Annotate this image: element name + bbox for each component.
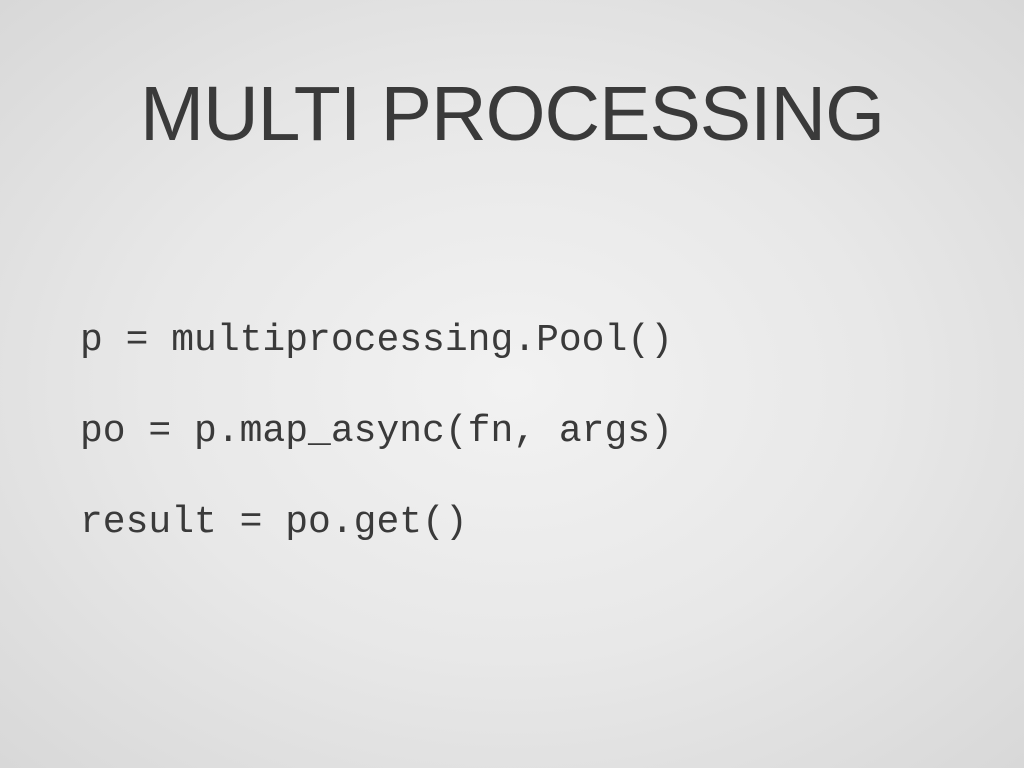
code-block: p = multiprocessing.Pool() po = p.map_as… [50, 319, 974, 544]
code-line-2: po = p.map_async(fn, args) [80, 410, 974, 453]
code-line-3: result = po.get() [80, 501, 974, 544]
slide-container: MULTI PROCESSING p = multiprocessing.Poo… [0, 0, 1024, 768]
slide-title: MULTI PROCESSING [50, 70, 974, 159]
code-line-1: p = multiprocessing.Pool() [80, 319, 974, 362]
